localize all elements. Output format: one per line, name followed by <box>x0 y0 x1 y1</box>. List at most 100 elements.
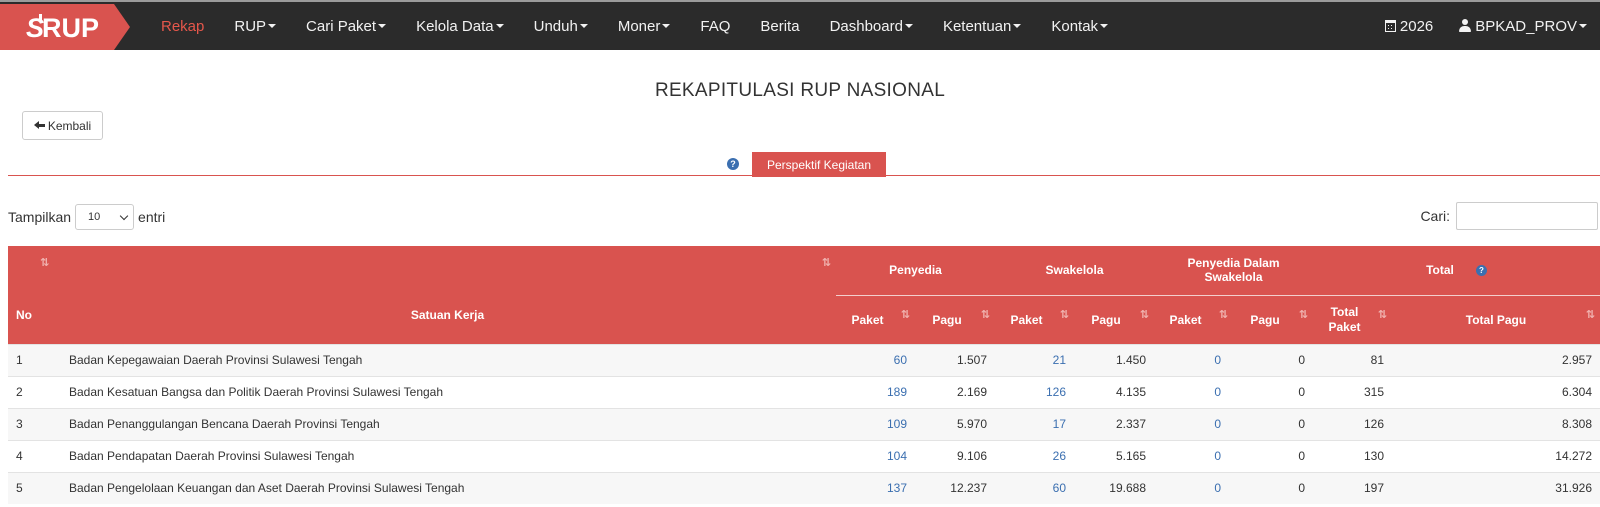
question-circle-icon[interactable]: ? <box>727 158 739 170</box>
table-search: Cari: <box>1420 202 1598 230</box>
sirup-logo[interactable]: S RUP <box>0 4 130 50</box>
cell-swakelola-paket[interactable]: 21 <box>995 343 1074 376</box>
col-total-paket[interactable]: Total Paket ⇅ <box>1313 294 1392 344</box>
nav-item-cari-paket[interactable]: Cari Paket <box>291 18 401 35</box>
question-circle-icon[interactable]: ? <box>1475 265 1487 277</box>
logo-text-rup: RUP <box>42 13 99 43</box>
cell-swakelola-paket[interactable]: 26 <box>995 439 1074 472</box>
length-suffix: entri <box>138 209 166 225</box>
sort-icon: ⇅ <box>40 257 49 269</box>
nav-item-rup[interactable]: RUP <box>219 18 291 35</box>
cell-penyedia-pagu: 9.106 <box>915 439 995 472</box>
nav-item-kelola-data[interactable]: Kelola Data <box>401 18 519 35</box>
nav-right: 2026 BPKAD_PROV <box>1372 2 1600 50</box>
cell-satuan-kerja: Badan Penanggulangan Bencana Daerah Prov… <box>59 407 836 440</box>
cell-pds-paket[interactable]: 0 <box>1154 407 1233 440</box>
recap-table: ⇅ No Satuan Kerja ⇅ Penyedia Swakelola Pen… <box>8 246 1600 504</box>
nav-item-moner[interactable]: Moner <box>603 18 686 35</box>
cell-penyedia-paket[interactable]: 60 <box>836 343 915 376</box>
chevron-down-icon <box>1579 23 1587 28</box>
col-label: Pagu <box>1091 312 1121 327</box>
cell-swakelola-paket[interactable]: 17 <box>995 407 1074 440</box>
cell-penyedia-paket[interactable]: 137 <box>836 471 915 504</box>
cell-swakelola-paket[interactable]: 126 <box>995 375 1074 408</box>
cell-pds-paket[interactable]: 0 <box>1154 375 1233 408</box>
table-row: 3 Badan Penanggulangan Bencana Daerah Pro… <box>8 407 1600 440</box>
cell-swakelola-pagu: 5.165 <box>1074 439 1154 472</box>
back-button[interactable]: Kembali <box>22 111 103 140</box>
cell-total-pagu: 6.304 <box>1392 375 1600 408</box>
col-pds-paket[interactable]: Paket ⇅ <box>1154 294 1233 344</box>
nav-item-label: Dashboard <box>829 17 903 35</box>
cell-pds-paket[interactable]: 0 <box>1154 343 1233 376</box>
nav-item-dashboard[interactable]: Dashboard <box>815 18 928 35</box>
search-input[interactable] <box>1456 202 1598 230</box>
col-label: Total Pagu <box>1465 312 1527 327</box>
nav-item-label: Kontak <box>1051 17 1099 35</box>
col-no-label: No <box>16 307 32 322</box>
nav-item-kontak[interactable]: Kontak <box>1036 18 1123 35</box>
nav-item-label: RUP <box>234 17 267 35</box>
top-navbar: S RUP Rekap RUP Cari Paket Kelola Data Unduh… <box>0 0 1600 50</box>
cell-pds-pagu: 0 <box>1233 439 1313 472</box>
cell-pds-pagu: 0 <box>1233 375 1313 408</box>
col-swakelola-pagu[interactable]: Pagu ⇅ <box>1074 294 1154 344</box>
cell-no: 1 <box>8 343 59 376</box>
table-row: 2 Badan Kesatuan Bangsa dan Politik Daera… <box>8 375 1600 408</box>
cell-no: 4 <box>8 439 59 472</box>
nav-item-label: FAQ <box>700 17 731 35</box>
col-label: Total Paket <box>1328 304 1361 334</box>
cell-penyedia-paket[interactable]: 104 <box>836 439 915 472</box>
group-total: Total? <box>1313 246 1600 295</box>
tab-perspektif-kegiatan[interactable]: Perspektif Kegiatan <box>752 152 886 177</box>
nav-item-rekap[interactable]: Rekap <box>146 18 219 35</box>
cell-penyedia-paket[interactable]: 109 <box>836 407 915 440</box>
cell-penyedia-paket[interactable]: 189 <box>836 375 915 408</box>
nav-item-faq[interactable]: FAQ <box>685 18 745 35</box>
col-pds-pagu[interactable]: Pagu ⇅ <box>1233 294 1313 344</box>
col-label: Pagu <box>1250 312 1280 327</box>
group-total-label: Total <box>1426 263 1454 278</box>
nav-item-label: Moner <box>617 17 661 35</box>
col-total-pagu[interactable]: Total Pagu ⇅ <box>1392 294 1600 344</box>
cell-total-pagu: 8.308 <box>1392 407 1600 440</box>
cell-no: 2 <box>8 375 59 408</box>
cell-pds-paket[interactable]: 0 <box>1154 439 1233 472</box>
chevron-down-icon <box>378 23 387 28</box>
cell-pds-paket[interactable]: 0 <box>1154 471 1233 504</box>
year-selector[interactable]: 2026 <box>1372 18 1446 35</box>
group-swakelola-label: Swakelola <box>1045 263 1104 278</box>
nav-item-ketentuan[interactable]: Ketentuan <box>928 18 1036 35</box>
cell-pds-pagu: 0 <box>1233 343 1313 376</box>
cell-no: 5 <box>8 471 59 504</box>
sort-icon: ⇅ <box>900 308 910 321</box>
cell-total-paket: 130 <box>1313 439 1392 472</box>
sort-icon: ⇅ <box>821 257 831 269</box>
sort-icon: ⇅ <box>1377 308 1387 321</box>
nav-item-unduh[interactable]: Unduh <box>519 18 603 35</box>
user-icon <box>1459 18 1472 32</box>
group-penyedia-dalam-swakelola: Penyedia Dalam Swakelola <box>1154 246 1313 295</box>
entries-select[interactable]: 10 <box>75 204 135 230</box>
cell-total-paket: 81 <box>1313 343 1392 376</box>
cell-satuan-kerja: Badan Kesatuan Bangsa dan Politik Daerah… <box>59 375 836 408</box>
col-label: Pagu <box>932 312 962 327</box>
cell-satuan-kerja: Badan Pengelolaan Keuangan dan Aset Daer… <box>59 471 836 504</box>
col-satuan-kerja[interactable]: Satuan Kerja ⇅ <box>59 246 836 344</box>
entries-select-value: 10 <box>88 211 101 223</box>
user-menu[interactable]: BPKAD_PROV <box>1446 18 1600 35</box>
col-penyedia-pagu[interactable]: Pagu ⇅ <box>915 294 995 344</box>
col-penyedia-paket[interactable]: Paket ⇅ <box>836 294 915 344</box>
search-label: Cari: <box>1420 208 1450 224</box>
nav-item-label: Kelola Data <box>416 17 494 35</box>
nav-item-label: Cari Paket <box>306 17 377 35</box>
col-label: Paket <box>851 312 884 327</box>
table-body: 1 Badan Kepegawaian Daerah Provinsi Sulaw… <box>8 343 1600 504</box>
col-no[interactable]: ⇅ No <box>8 246 59 344</box>
col-swakelola-paket[interactable]: Paket ⇅ <box>995 294 1074 344</box>
nav-item-berita[interactable]: Berita <box>745 18 814 35</box>
calendar-icon <box>1384 19 1396 32</box>
cell-swakelola-paket[interactable]: 60 <box>995 471 1074 504</box>
group-penyedia-label: Penyedia <box>889 263 942 278</box>
cell-total-paket: 126 <box>1313 407 1392 440</box>
